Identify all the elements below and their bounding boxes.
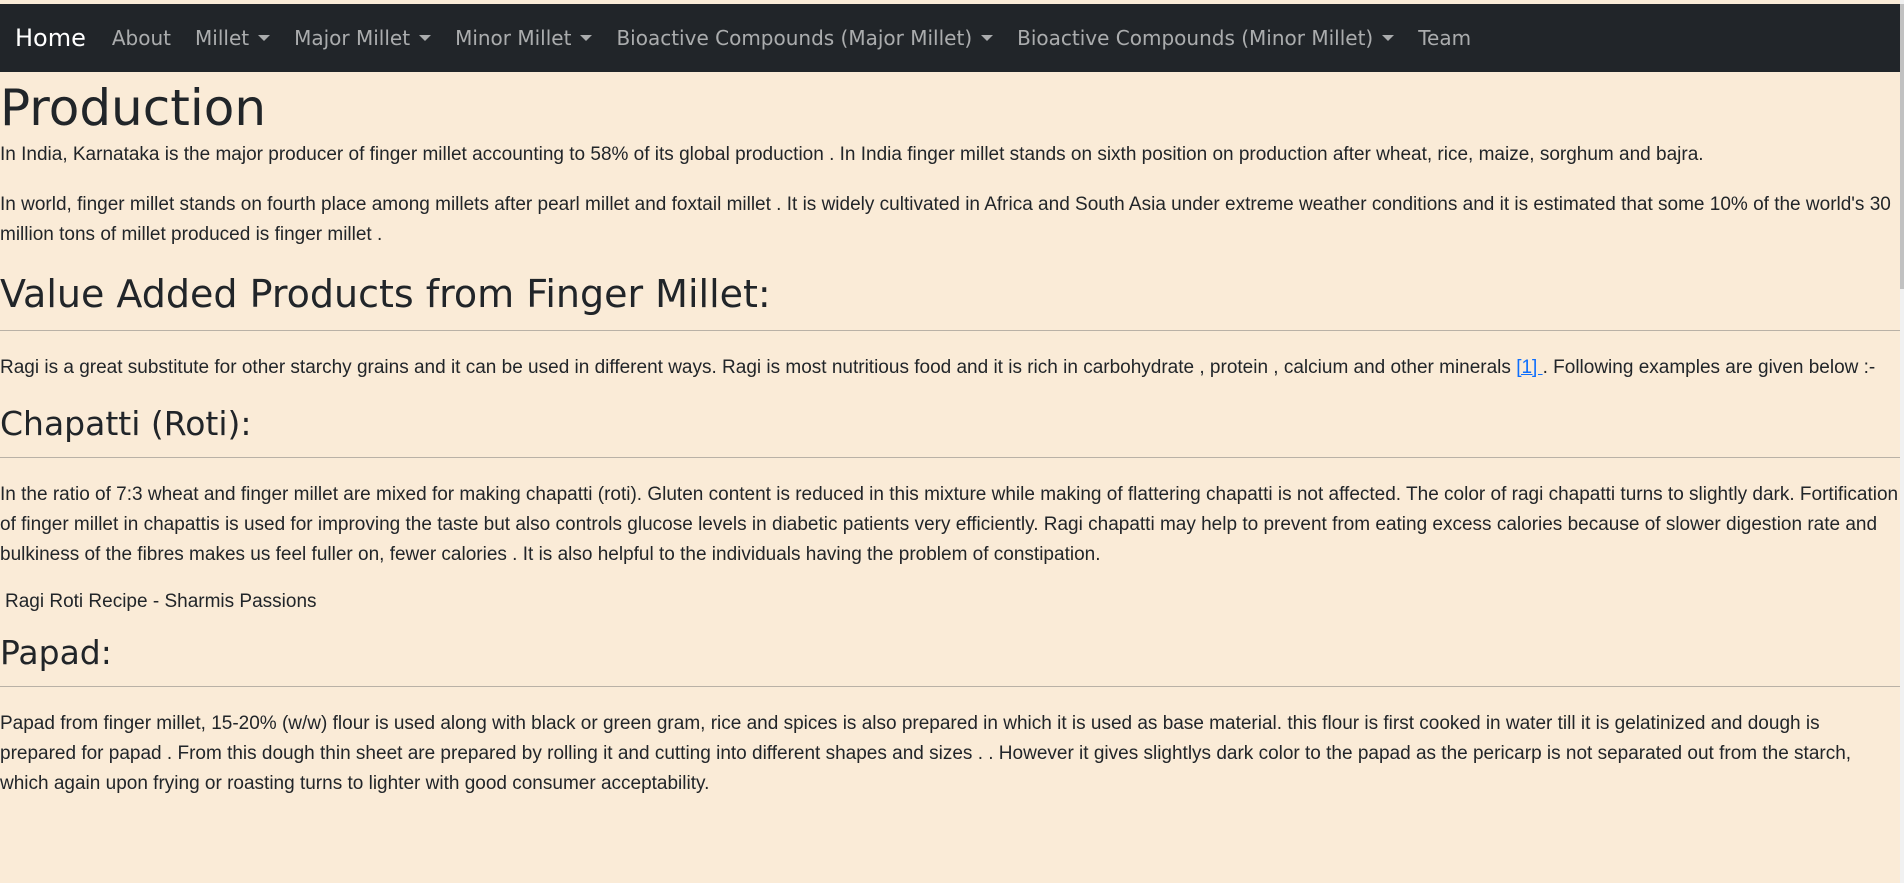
chevron-down-icon bbox=[419, 35, 432, 41]
value-added-paragraph: Ragi is a great substitute for other sta… bbox=[0, 353, 1900, 383]
chapatti-heading: Chapatti (Roti): bbox=[0, 404, 252, 443]
navbar: Home About Millet Major Millet Minor Mil… bbox=[0, 4, 1900, 72]
nav-item-label: About bbox=[111, 26, 172, 50]
reference-link[interactable]: [1] bbox=[1516, 357, 1542, 378]
value-added-text: Ragi is a great substitute for other sta… bbox=[0, 357, 1517, 378]
ragi-roti-image: Ragi Roti Recipe - Sharmis Passions bbox=[0, 590, 1900, 614]
divider bbox=[0, 457, 1900, 458]
nav-item-about[interactable]: About bbox=[100, 26, 183, 50]
vertical-scrollbar[interactable] bbox=[1900, 0, 1904, 883]
nav-item-label: Millet bbox=[195, 26, 250, 50]
production-heading: Production bbox=[0, 79, 267, 137]
nav-item-millet[interactable]: Millet bbox=[183, 26, 282, 50]
production-paragraph-india: In India, Karnataka is the major produce… bbox=[0, 144, 1704, 165]
image-alt-text: Ragi Roti Recipe - Sharmis Passions bbox=[5, 591, 317, 612]
nav-item-label: Bioactive Compounds (Minor Millet) bbox=[1017, 26, 1374, 50]
nav-item-team[interactable]: Team bbox=[1406, 26, 1483, 50]
nav-item-major-millet[interactable]: Major Millet bbox=[282, 26, 443, 50]
papad-paragraph: Papad from finger millet, 15-20% (w/w) f… bbox=[0, 713, 1852, 794]
nav-item-label: Team bbox=[1418, 26, 1472, 50]
scrollbar-thumb[interactable] bbox=[1900, 4, 1904, 289]
nav-brand-home[interactable]: Home bbox=[15, 24, 86, 52]
chapatti-paragraph: In the ratio of 7:3 wheat and finger mil… bbox=[0, 484, 1899, 565]
nav-item-bioactive-major[interactable]: Bioactive Compounds (Major Millet) bbox=[604, 26, 1005, 50]
divider bbox=[0, 686, 1900, 687]
chevron-down-icon bbox=[258, 35, 271, 41]
nav-item-bioactive-minor[interactable]: Bioactive Compounds (Minor Millet) bbox=[1005, 26, 1406, 50]
chevron-down-icon bbox=[1382, 35, 1395, 41]
nav-item-minor-millet[interactable]: Minor Millet bbox=[443, 26, 604, 50]
chevron-down-icon bbox=[580, 35, 593, 41]
nav-item-label: Minor Millet bbox=[455, 26, 572, 50]
value-added-text-end: . Following examples are given below :- bbox=[1542, 357, 1876, 378]
main-content: Production In India, Karnataka is the ma… bbox=[0, 72, 1900, 819]
value-added-heading: Value Added Products from Finger Millet: bbox=[0, 272, 771, 316]
chevron-down-icon bbox=[981, 35, 994, 41]
papad-heading: Papad: bbox=[0, 633, 112, 672]
production-paragraph-world: In world, finger millet stands on fourth… bbox=[0, 194, 1891, 245]
nav-item-label: Bioactive Compounds (Major Millet) bbox=[616, 26, 973, 50]
divider bbox=[0, 330, 1900, 331]
nav-item-label: Major Millet bbox=[294, 26, 411, 50]
